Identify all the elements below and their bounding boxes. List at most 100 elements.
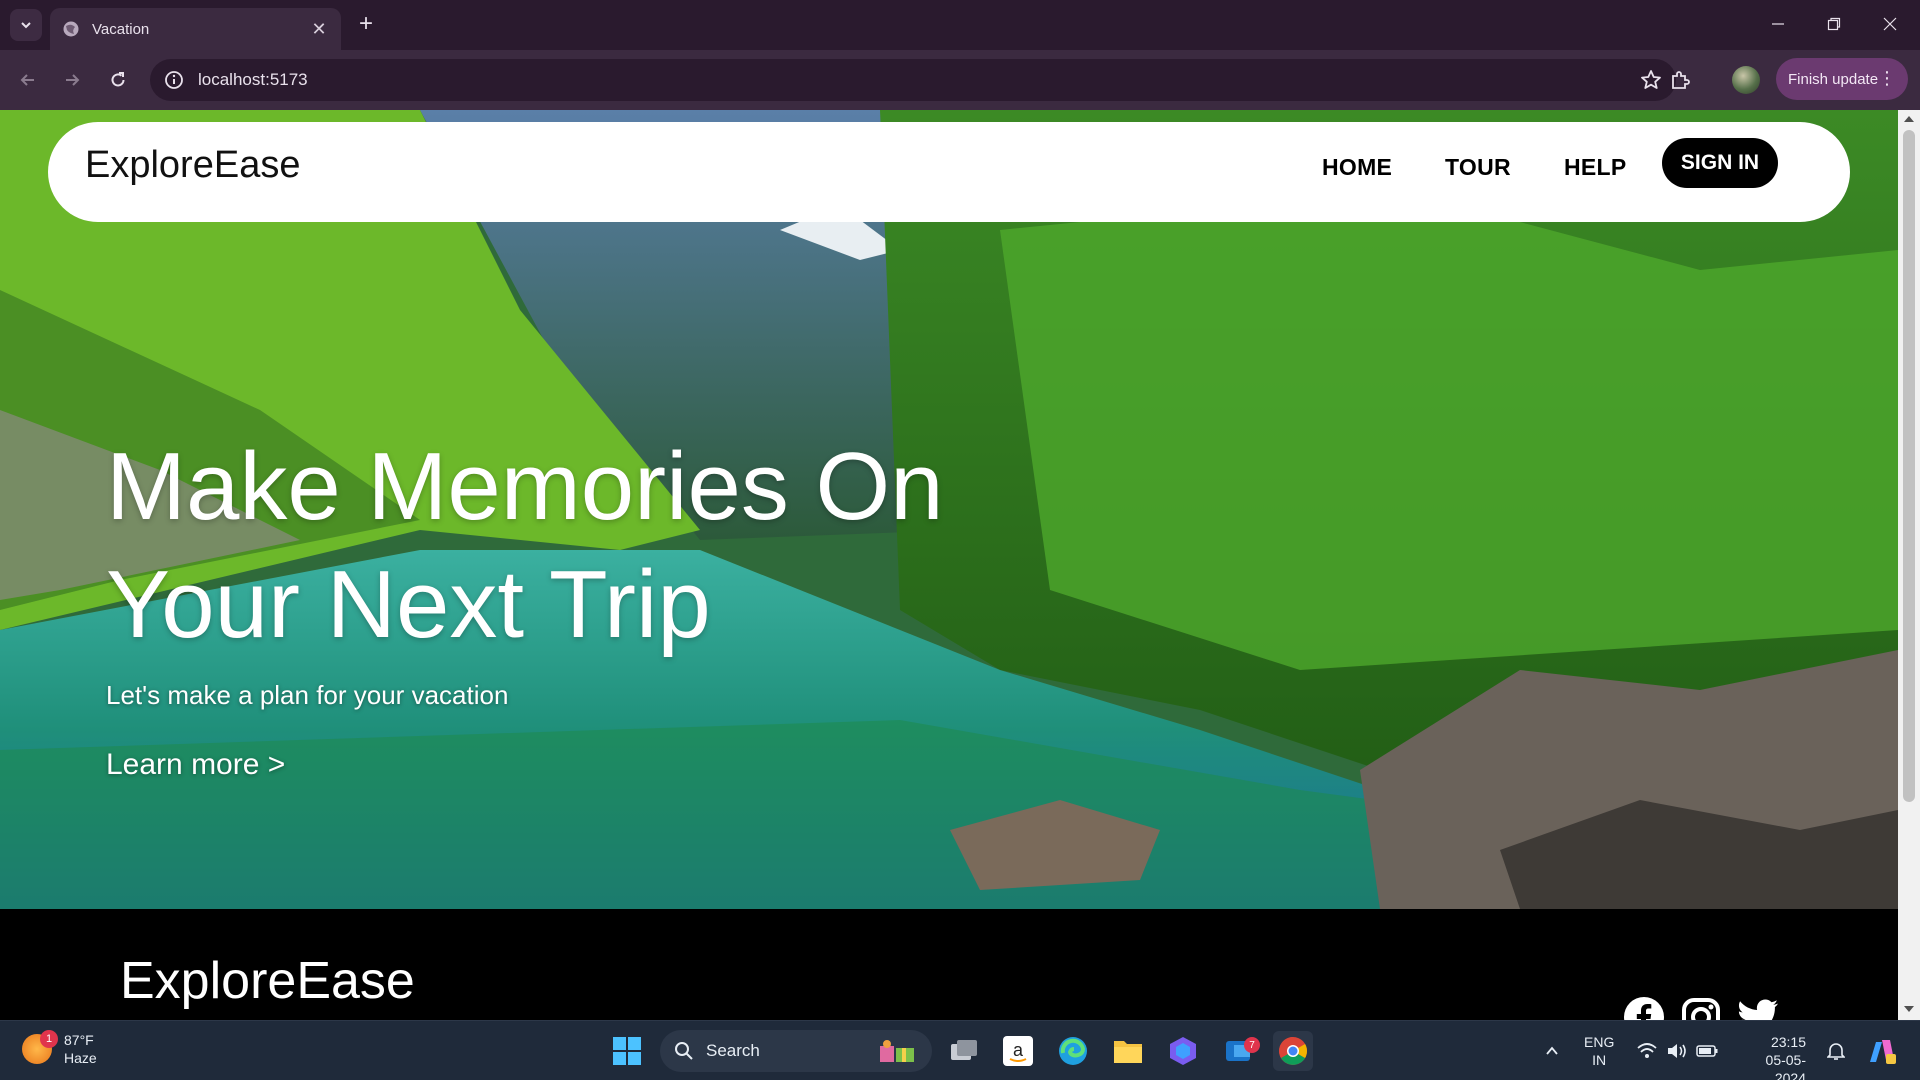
tab-search-button[interactable]: [10, 9, 42, 41]
more-vertical-icon: ⋮: [1878, 68, 1896, 88]
language-indicator[interactable]: ENG IN: [1584, 1033, 1614, 1069]
site-footer: ExploreEase: [0, 909, 1898, 1020]
outlook-badge: 7: [1244, 1037, 1260, 1053]
wifi-icon: [1637, 1043, 1657, 1058]
gift-icon: [876, 1038, 918, 1069]
lang-line-2: IN: [1592, 1052, 1607, 1068]
restore-button[interactable]: [1814, 8, 1854, 40]
twitter-icon: [1738, 999, 1778, 1020]
hero-section: ExploreEase HOME TOUR HELP SIGN IN Make …: [0, 110, 1898, 909]
clock-time: 23:15: [1770, 1034, 1806, 1050]
star-icon[interactable]: [1640, 69, 1662, 91]
scroll-down-arrow[interactable]: [1904, 1006, 1914, 1012]
close-icon: [1883, 17, 1897, 31]
minimize-icon: [1772, 23, 1784, 25]
globe-icon: [63, 21, 79, 37]
finish-update-label: Finish update: [1788, 70, 1879, 88]
battery-icon: [1696, 1045, 1718, 1057]
hero-title: Make Memories On Your Next Trip: [106, 428, 1006, 664]
bell-icon: [1827, 1043, 1845, 1060]
new-tab-button[interactable]: +: [352, 10, 380, 38]
facebook-link[interactable]: [1622, 995, 1666, 1020]
taskbar-search[interactable]: Search: [660, 1030, 932, 1072]
search-label: Search: [706, 1041, 760, 1060]
hero-title-line-2: Your Next Trip: [106, 551, 711, 658]
folder-icon: [1114, 1041, 1142, 1063]
finish-update-button[interactable]: Finish update ⋮: [1776, 58, 1908, 100]
file-explorer-app[interactable]: [1108, 1031, 1148, 1071]
widgets-button[interactable]: [1862, 1021, 1902, 1080]
notifications-button[interactable]: [1822, 1021, 1850, 1080]
url-text[interactable]: localhost:5173: [198, 70, 1640, 90]
profile-avatar[interactable]: [1732, 66, 1760, 94]
lang-line-1: ENG: [1584, 1034, 1615, 1050]
amazon-app[interactable]: a: [998, 1031, 1038, 1071]
weather-badge: 1: [40, 1030, 58, 1048]
reload-button[interactable]: [102, 64, 134, 96]
amazon-icon: a: [1003, 1036, 1033, 1066]
scroll-up-arrow[interactable]: [1904, 116, 1914, 122]
tab-vacation[interactable]: Vacation ✕: [50, 8, 341, 50]
twitter-link[interactable]: [1736, 995, 1780, 1020]
os-taskbar: 1 87°F Haze Search a 7 ENG IN 23:15 05-0…: [0, 1020, 1920, 1080]
puzzle-icon: [1672, 71, 1690, 89]
outlook-app[interactable]: 7: [1218, 1031, 1260, 1071]
reload-icon: [111, 72, 125, 87]
info-icon: [165, 71, 183, 89]
close-icon[interactable]: ✕: [309, 19, 329, 40]
instagram-icon: [1682, 998, 1720, 1020]
volume-indicator[interactable]: [1664, 1021, 1690, 1080]
browser-tab-strip: Vacation ✕ +: [0, 0, 1920, 50]
svg-text:a: a: [1013, 1040, 1024, 1060]
copilot-app[interactable]: [1163, 1031, 1203, 1071]
chevron-up-icon: [1546, 1046, 1558, 1055]
chrome-app[interactable]: [1273, 1031, 1313, 1071]
extensions-button[interactable]: [1664, 64, 1696, 96]
restore-icon: [1827, 17, 1841, 31]
chevron-down-icon: [21, 22, 31, 29]
arrow-left-icon: [20, 74, 34, 86]
edge-app[interactable]: [1053, 1031, 1093, 1071]
site-navbar: ExploreEase HOME TOUR HELP SIGN IN: [48, 122, 1850, 222]
wifi-indicator[interactable]: [1634, 1021, 1660, 1080]
arrow-right-icon: [66, 74, 80, 86]
windows-icon: [613, 1037, 641, 1065]
weather-temp: 87°F: [64, 1032, 94, 1048]
edge-icon: [1059, 1037, 1087, 1065]
system-clock[interactable]: 23:15 05-05-2024: [1736, 1033, 1806, 1080]
instagram-link[interactable]: [1679, 995, 1723, 1020]
nav-tour-link[interactable]: TOUR: [1445, 154, 1511, 181]
nav-help-link[interactable]: HELP: [1564, 154, 1627, 181]
nav-home-link[interactable]: HOME: [1322, 154, 1392, 181]
address-bar[interactable]: localhost:5173: [150, 59, 1676, 101]
copilot-colorful-icon: [1870, 1040, 1896, 1064]
hero-subtitle: Let's make a plan for your vacation: [106, 680, 509, 710]
footer-logo: ExploreEase: [120, 952, 415, 1010]
close-window-button[interactable]: [1870, 8, 1910, 40]
task-view-button[interactable]: [944, 1031, 984, 1071]
copilot-icon: [1170, 1037, 1196, 1065]
tab-title: Vacation: [92, 20, 150, 38]
battery-indicator[interactable]: [1694, 1021, 1720, 1080]
chrome-icon: [1279, 1037, 1307, 1065]
page-viewport: ExploreEase HOME TOUR HELP SIGN IN Make …: [0, 110, 1920, 1020]
search-icon: [675, 1042, 693, 1060]
weather-widget[interactable]: 1 87°F Haze: [22, 1030, 97, 1067]
forward-button[interactable]: [56, 64, 88, 96]
clock-date: 05-05-2024: [1765, 1052, 1806, 1080]
task-view-icon: [951, 1040, 977, 1060]
weather-icon: 1: [22, 1030, 58, 1064]
weather-desc: Haze: [64, 1050, 97, 1066]
back-button[interactable]: [12, 64, 44, 96]
facebook-icon: [1624, 997, 1664, 1020]
page-scrollbar[interactable]: [1898, 110, 1920, 1020]
start-button[interactable]: [607, 1031, 647, 1071]
site-logo[interactable]: ExploreEase: [85, 144, 300, 187]
scrollbar-thumb[interactable]: [1903, 130, 1915, 802]
sign-in-button[interactable]: SIGN IN: [1662, 138, 1778, 188]
learn-more-link[interactable]: Learn more >: [106, 748, 285, 782]
volume-icon: [1668, 1044, 1686, 1058]
minimize-button[interactable]: [1758, 8, 1798, 40]
hero-title-line-1: Make Memories On: [106, 433, 944, 540]
tray-overflow-button[interactable]: [1538, 1021, 1566, 1080]
